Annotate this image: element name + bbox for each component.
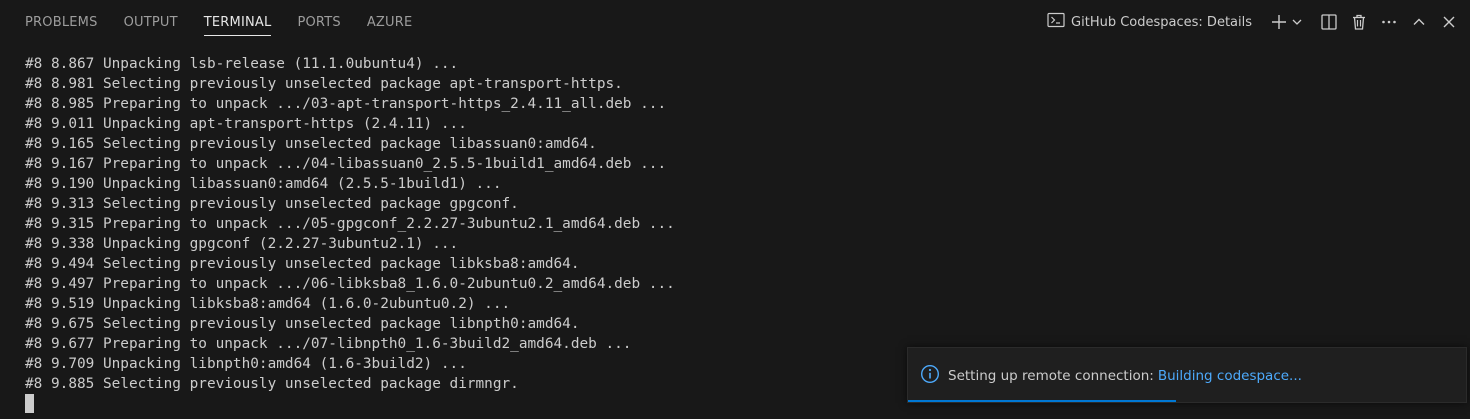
- tab-azure[interactable]: AZURE: [354, 0, 426, 44]
- tab-output[interactable]: OUTPUT: [111, 0, 191, 44]
- terminal-line: #8 9.313 Selecting previously unselected…: [25, 196, 519, 212]
- terminal-line: #8 9.519 Unpacking libksba8:amd64 (1.6.0…: [25, 296, 511, 312]
- terminal-line: #8 9.494 Selecting previously unselected…: [25, 256, 580, 272]
- trash-icon: [1350, 13, 1368, 31]
- terminal-line: #8 8.985 Preparing to unpack .../03-apt-…: [25, 96, 667, 112]
- info-icon: [920, 364, 940, 388]
- terminal-line: #8 9.497 Preparing to unpack .../06-libk…: [25, 276, 675, 292]
- split-terminal-button[interactable]: [1316, 9, 1342, 35]
- terminal-session-label: GitHub Codespaces: Details: [1071, 14, 1252, 30]
- ellipsis-icon: [1380, 13, 1398, 31]
- notification-link[interactable]: Building codespace...: [1158, 368, 1302, 384]
- notification-progress-track: [908, 400, 1466, 402]
- chevron-down-icon: [1291, 16, 1303, 28]
- terminal-cursor: [25, 394, 34, 413]
- terminal-line: #8 9.011 Unpacking apt-transport-https (…: [25, 116, 467, 132]
- terminal-line: #8 9.165 Selecting previously unselected…: [25, 136, 597, 152]
- terminal-line: #8 8.981 Selecting previously unselected…: [25, 76, 623, 92]
- notification-toast[interactable]: Setting up remote connection: Building c…: [907, 347, 1467, 403]
- kill-terminal-button[interactable]: [1346, 9, 1372, 35]
- notification-content: Setting up remote connection: Building c…: [920, 364, 1302, 388]
- panel-actions: GitHub Codespaces: Details: [1041, 0, 1464, 44]
- maximize-panel-button[interactable]: [1406, 9, 1432, 35]
- tab-ports[interactable]: PORTS: [284, 0, 353, 44]
- terminal-line: #8 9.675 Selecting previously unselected…: [25, 316, 580, 332]
- terminal-icon: [1047, 12, 1065, 32]
- terminal-line: #8 9.338 Unpacking gpgconf (2.2.27-3ubun…: [25, 236, 459, 252]
- close-icon: [1441, 14, 1457, 30]
- terminal-line: #8 8.867 Unpacking lsb-release (11.1.0ub…: [25, 56, 459, 72]
- terminal-dropdown-button[interactable]: [1290, 9, 1304, 35]
- panel-tabs: PROBLEMS OUTPUT TERMINAL PORTS AZURE: [12, 0, 425, 44]
- notification-message: Setting up remote connection:: [948, 368, 1154, 384]
- tab-terminal[interactable]: TERMINAL: [191, 0, 285, 44]
- new-terminal-button[interactable]: [1266, 9, 1292, 35]
- panel-header: PROBLEMS OUTPUT TERMINAL PORTS AZURE Git…: [0, 0, 1470, 44]
- close-panel-button[interactable]: [1436, 9, 1462, 35]
- tab-problems[interactable]: PROBLEMS: [12, 0, 111, 44]
- terminal-line: #8 9.190 Unpacking libassuan0:amd64 (2.5…: [25, 176, 502, 192]
- chevron-up-icon: [1411, 14, 1427, 30]
- terminal-line: #8 9.315 Preparing to unpack .../05-gpgc…: [25, 216, 675, 232]
- notification-progress-bar: [908, 400, 1176, 402]
- more-actions-button[interactable]: [1376, 9, 1402, 35]
- plus-icon: [1270, 13, 1288, 31]
- terminal-session-selector[interactable]: GitHub Codespaces: Details: [1041, 9, 1258, 35]
- terminal-line: #8 9.167 Preparing to unpack .../04-liba…: [25, 156, 667, 172]
- split-terminal-icon: [1320, 13, 1338, 31]
